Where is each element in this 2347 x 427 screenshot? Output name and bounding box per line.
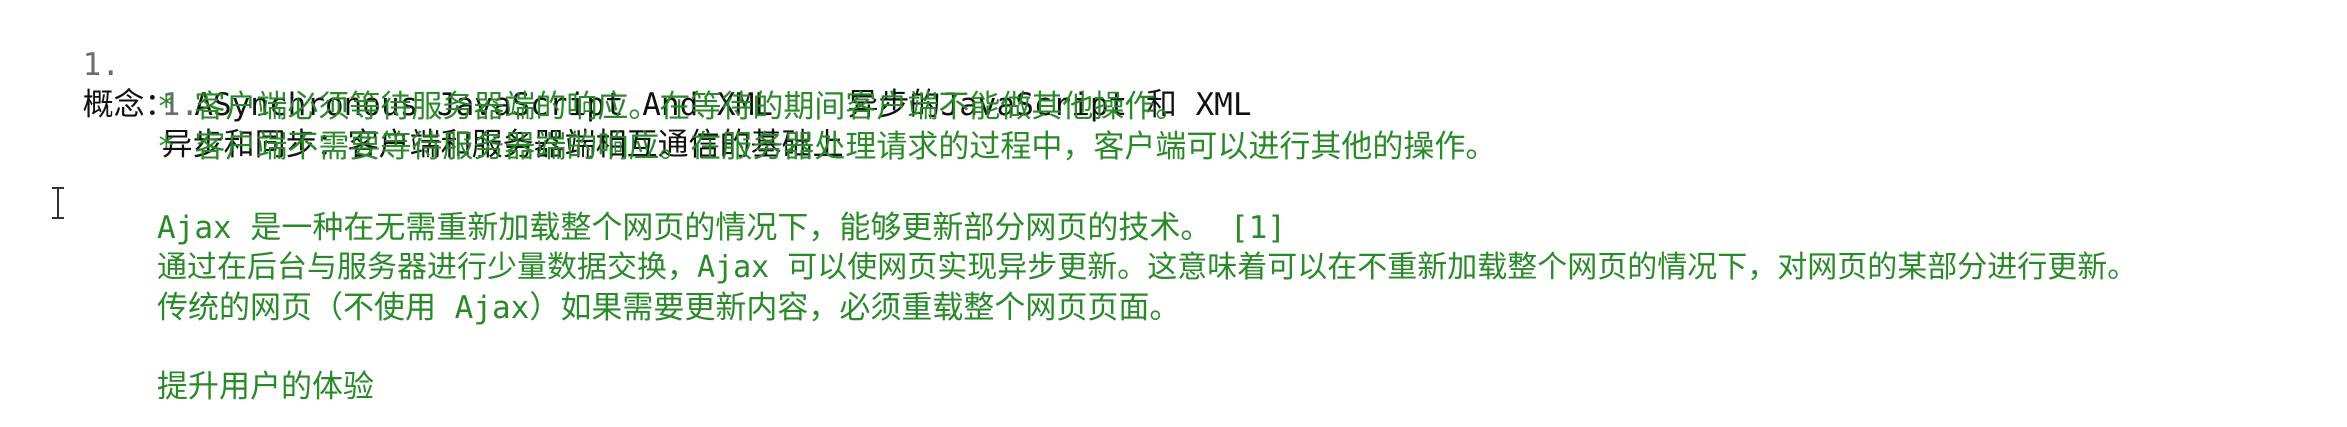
bullet-line: * 客户端不需要等待服务器端的响应。在服务器处理请求的过程中，客户端可以进行其他… [157, 129, 1497, 165]
summary-line: 提升用户的体验 [157, 369, 374, 405]
text-cursor-icon [50, 185, 66, 221]
text-editor[interactable]: 1. 概念： ASynchronous JavaScript And XML 异… [0, 0, 2347, 427]
paragraph-line: 传统的网页（不使用 Ajax）如果需要更新内容，必须重载整个网页页面。 [157, 290, 1181, 326]
paragraph-line: 通过在后台与服务器进行少量数据交换，Ajax 可以使网页实现异步更新。这意味着可… [157, 250, 2138, 285]
bullet-line: * 客户端必须等待服务器端的响应。在等待的期间客户端不能做其他操作。 [157, 89, 1187, 125]
paragraph-line: Ajax 是一种在无需重新加载整个网页的情况下，能够更新部分网页的技术。 [1] [157, 210, 1286, 246]
